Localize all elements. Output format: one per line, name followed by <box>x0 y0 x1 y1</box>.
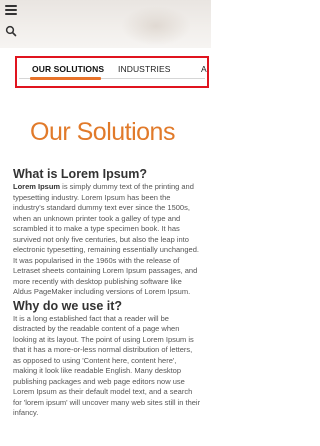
section-paragraph: It is a long established fact that a rea… <box>13 313 201 418</box>
section-paragraph: Lorem Ipsum is simply dummy text of the … <box>13 182 201 298</box>
hamburger-icon[interactable] <box>5 5 17 15</box>
section-heading: What is Lorem Ipsum? <box>13 167 148 181</box>
active-tab-indicator <box>30 77 101 80</box>
tab-industries[interactable]: INDUSTRIES <box>118 64 170 74</box>
search-icon[interactable] <box>5 24 17 37</box>
lead-text: Lorem Ipsum <box>13 182 61 191</box>
hamburger-bar <box>5 9 17 11</box>
hamburger-bar <box>5 13 17 15</box>
hamburger-bar <box>5 5 17 7</box>
page-title: Our Solutions <box>30 118 175 146</box>
main-content: What is Lorem Ipsum? Lorem Ipsum is simp… <box>13 167 201 419</box>
tab-ai[interactable]: AI <box>201 64 207 74</box>
hero-banner <box>0 0 211 48</box>
tab-list: OUR SOLUTIONS INDUSTRIES AI <box>17 58 207 86</box>
section-heading: Why do we use it? <box>13 298 123 313</box>
tab-our-solutions[interactable]: OUR SOLUTIONS <box>32 64 104 74</box>
search-glyph <box>5 25 17 37</box>
paragraph-text: is simply dummy text of the printing and… <box>13 182 199 296</box>
solutions-tab-bar: OUR SOLUTIONS INDUSTRIES AI <box>15 56 209 88</box>
